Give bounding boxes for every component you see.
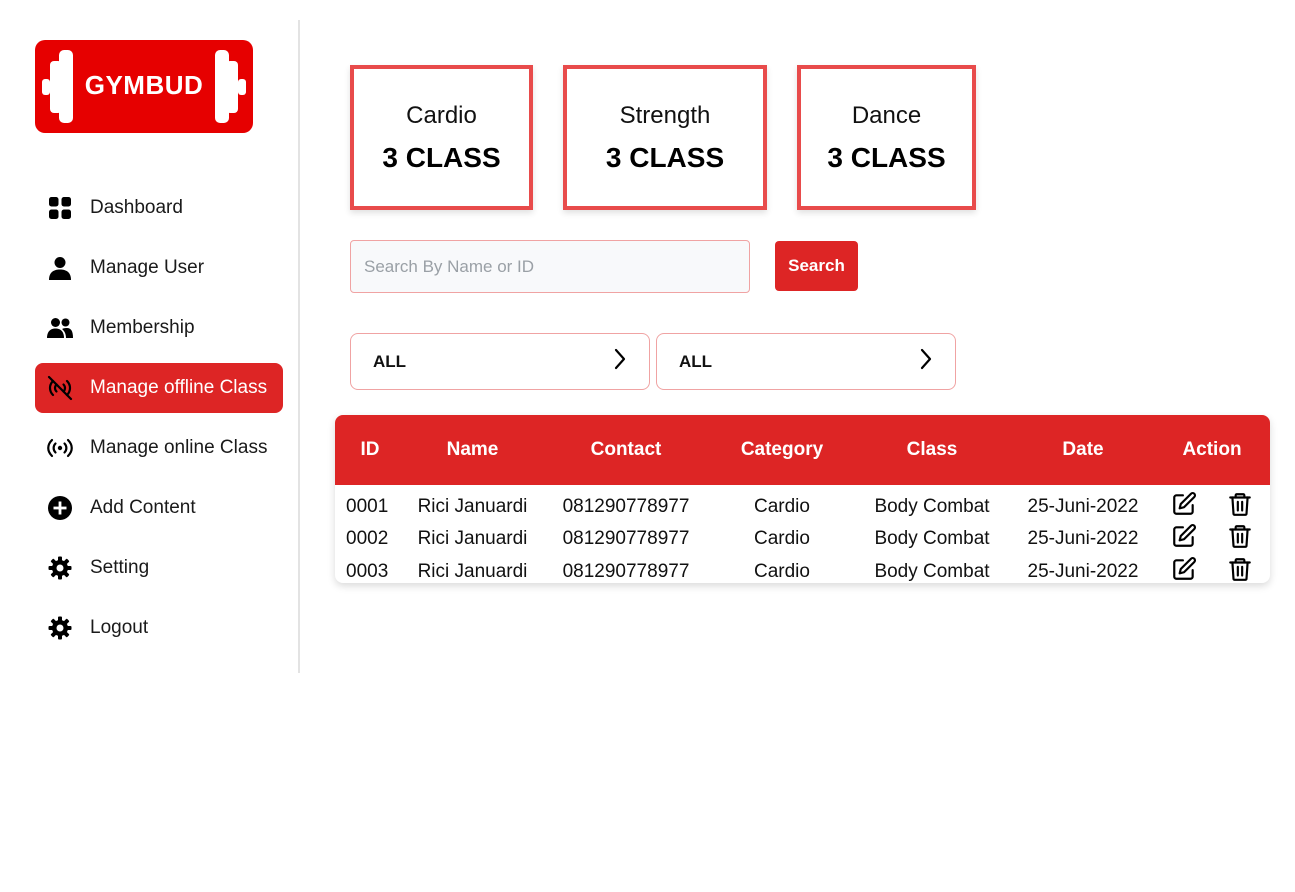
search-input[interactable] [350, 240, 750, 293]
stat-title: Cardio [406, 102, 477, 129]
cell-date: 25-Juni-2022 [1027, 560, 1139, 582]
column-header-id: ID [360, 439, 380, 460]
gear-icon [47, 615, 73, 641]
trash-icon[interactable] [1227, 491, 1253, 517]
sidebar-item-label: Membership [90, 317, 195, 338]
sidebar-item-add-content[interactable]: Add Content [35, 483, 283, 533]
cell-class: Body Combat [874, 528, 990, 550]
stat-value: 3 CLASS [605, 142, 725, 173]
filter-category-dropdown[interactable]: ALL [350, 333, 650, 390]
user-icon [47, 255, 73, 281]
cell-name: Rici Januardi [417, 496, 528, 517]
trash-icon[interactable] [1227, 556, 1253, 582]
table-row: 0003 Rici Januardi 081290778977 Cardio B… [335, 556, 1270, 584]
sidebar-item-label: Setting [90, 557, 150, 578]
broadcast-off-icon [47, 375, 73, 401]
table-row: 0001 Rici Januardi 081290778977 Cardio B… [335, 485, 1270, 523]
stat-card-cardio: Cardio 3 CLASS [350, 65, 533, 210]
cell-contact: 081290778977 [562, 528, 690, 550]
sidebar-item-label: Dashboard [90, 197, 183, 218]
cell-category: Cardio [754, 496, 810, 517]
plus-circle-icon [47, 495, 73, 521]
table-header-row: ID Name Contact Category Class Date Acti… [335, 415, 1270, 485]
broadcast-icon [47, 435, 73, 461]
sidebar-item-dashboard[interactable]: Dashboard [35, 183, 283, 233]
cell-id: 0001 [346, 496, 389, 517]
sidebar-item-label: Add Content [90, 497, 196, 518]
gear-icon [47, 555, 73, 581]
sidebar-item-manage-offline-class[interactable]: Manage offline Class [35, 363, 283, 413]
gymbud-logo[interactable]: GYMBUD [35, 40, 253, 133]
cell-class: Body Combat [874, 560, 990, 582]
edit-icon[interactable] [1171, 523, 1197, 549]
search-button[interactable]: Search [775, 241, 858, 291]
column-header-category: Category [740, 439, 824, 460]
filter-class-dropdown[interactable]: ALL [656, 333, 956, 390]
column-header-action: Action [1182, 439, 1242, 460]
cell-category: Cardio [754, 560, 810, 582]
cell-name: Rici Januardi [417, 560, 528, 582]
cell-action [1154, 556, 1270, 584]
edit-icon[interactable] [1171, 556, 1197, 582]
column-header-contact: Contact [590, 439, 662, 460]
logo-text: GYMBUD [84, 70, 204, 100]
sidebar-item-label: Logout [90, 617, 149, 638]
dashboard-grid-icon [47, 195, 73, 221]
cell-category: Cardio [754, 528, 810, 550]
chevron-right-icon [613, 348, 627, 375]
column-header-class: Class [906, 439, 958, 460]
stat-title: Strength [619, 102, 711, 129]
sidebar-item-label: Manage User [90, 257, 205, 278]
class-table: ID Name Contact Category Class Date Acti… [335, 415, 1270, 583]
sidebar-item-logout[interactable]: Logout [35, 603, 283, 653]
edit-icon[interactable] [1171, 491, 1197, 517]
column-header-name: Name [446, 439, 499, 460]
filter-label: ALL [373, 351, 407, 371]
cell-action [1154, 523, 1270, 556]
sidebar-item-label: Manage online Class [90, 437, 268, 458]
users-group-icon [47, 315, 73, 341]
trash-icon[interactable] [1227, 523, 1253, 549]
sidebar-item-manage-online-class[interactable]: Manage online Class [35, 423, 283, 473]
sidebar-nav: Dashboard Manage User Membership Manage … [35, 183, 283, 663]
column-header-date: Date [1062, 439, 1104, 460]
cell-date: 25-Juni-2022 [1027, 496, 1139, 517]
cell-id: 0002 [346, 528, 389, 550]
cell-id: 0003 [346, 560, 389, 582]
stat-value: 3 CLASS [827, 142, 946, 173]
sidebar-item-manage-user[interactable]: Manage User [35, 243, 283, 293]
sidebar-item-membership[interactable]: Membership [35, 303, 283, 353]
stat-value: 3 CLASS [382, 142, 501, 173]
stat-card-strength: Strength 3 CLASS [563, 65, 767, 210]
sidebar-item-label: Manage offline Class [90, 377, 268, 398]
sidebar: GYMBUD Dashboard Manage User Membership … [0, 20, 300, 673]
stat-title: Dance [851, 102, 922, 129]
cell-name: Rici Januardi [417, 528, 528, 550]
chevron-right-icon [919, 348, 933, 375]
stat-card-dance: Dance 3 CLASS [797, 65, 976, 210]
cell-class: Body Combat [874, 496, 990, 517]
cell-contact: 081290778977 [562, 496, 690, 517]
table-row: 0002 Rici Januardi 081290778977 Cardio B… [335, 523, 1270, 556]
cell-contact: 081290778977 [562, 560, 690, 582]
sidebar-item-setting[interactable]: Setting [35, 543, 283, 593]
cell-action [1154, 485, 1270, 523]
cell-date: 25-Juni-2022 [1027, 528, 1139, 550]
filter-label: ALL [679, 351, 713, 371]
